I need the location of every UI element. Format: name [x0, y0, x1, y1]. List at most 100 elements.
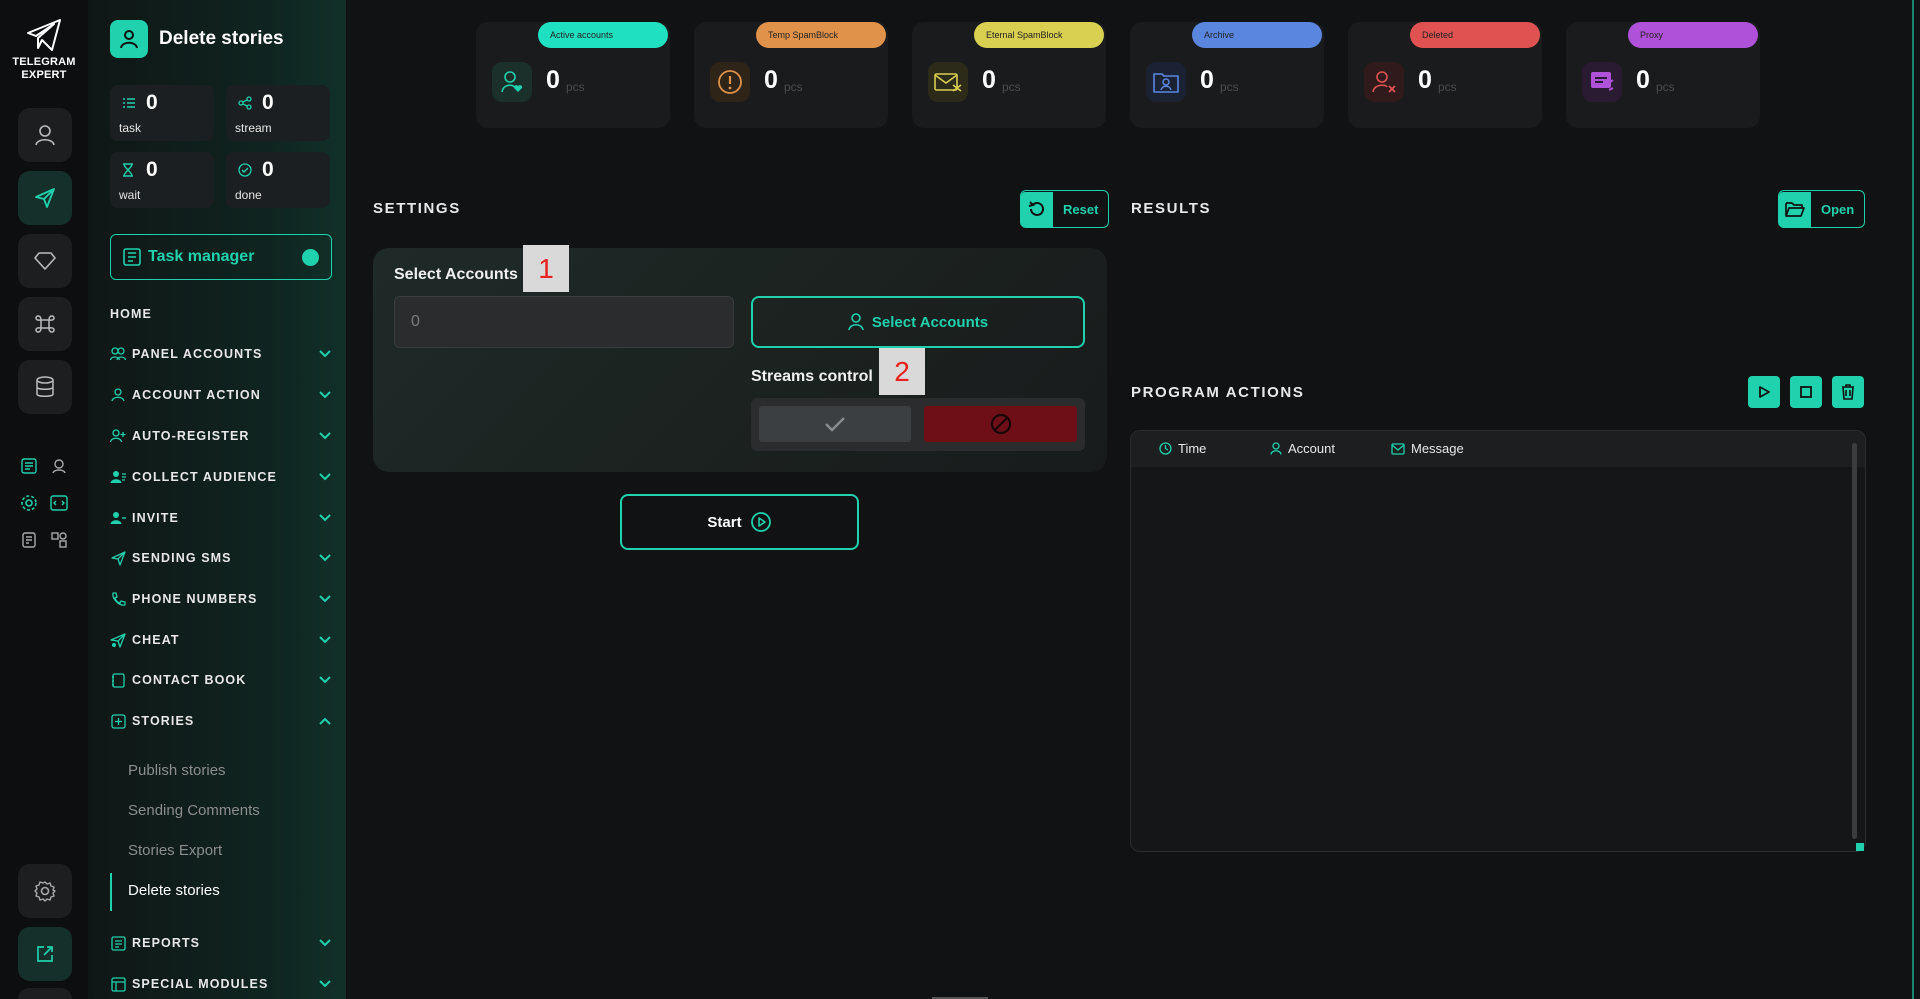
- nav-account-action[interactable]: ACCOUNT ACTION: [110, 383, 332, 407]
- column-message-label: Message: [1411, 441, 1464, 456]
- chevron-down-icon: [319, 676, 331, 684]
- user-icon: [35, 125, 55, 146]
- rail-shortcuts-button[interactable]: [18, 297, 72, 351]
- rail-database-button[interactable]: [18, 360, 72, 414]
- icon-rail: TELEGRAM EXPERT: [0, 0, 88, 999]
- nav-sending-comments[interactable]: Sending Comments: [128, 802, 260, 819]
- hourglass-icon: [122, 163, 134, 182]
- stat-done: 0 done: [226, 152, 330, 208]
- app-logo: TELEGRAM EXPERT: [0, 18, 88, 82]
- rail-tool-widgets-icon[interactable]: [48, 529, 70, 551]
- open-results-button[interactable]: Open: [1778, 190, 1866, 228]
- user-plus-icon: [110, 428, 126, 444]
- streams-disable-option[interactable]: [924, 406, 1077, 442]
- reset-icon: [1021, 191, 1053, 227]
- log-scrollbar[interactable]: [1852, 443, 1857, 839]
- start-button[interactable]: Start: [620, 494, 859, 550]
- user-action-icon: [110, 387, 126, 403]
- command-icon: [35, 315, 55, 333]
- column-account-label: Account: [1288, 441, 1335, 456]
- nav-phone-numbers[interactable]: PHONE NUMBERS: [110, 587, 332, 611]
- stat-task: 0 task: [110, 85, 214, 141]
- task-manager-button[interactable]: Task manager: [110, 234, 332, 280]
- chevron-down-icon: [319, 595, 331, 603]
- select-accounts-button-label: Select Accounts: [871, 313, 989, 331]
- streams-control-toggle: [751, 398, 1085, 451]
- active-indicator: [110, 873, 112, 911]
- chevron-down-icon: [319, 432, 331, 440]
- nav-contact-book[interactable]: CONTACT BOOK: [110, 668, 332, 692]
- nav-publish-stories[interactable]: Publish stories: [128, 762, 226, 779]
- cheat-send-icon: [110, 632, 126, 648]
- play-circle-icon: [750, 512, 771, 532]
- nav-home[interactable]: HOME: [110, 302, 332, 326]
- task-manager-icon: [123, 248, 141, 266]
- rail-tool-notes-icon[interactable]: [18, 529, 40, 551]
- nav-stories-label: STORIES: [132, 714, 195, 728]
- play-button[interactable]: [1748, 376, 1780, 408]
- rail-settings-button[interactable]: [18, 864, 72, 918]
- nav-delete-stories[interactable]: Delete stories: [128, 882, 220, 899]
- streams-control-label: Streams control: [751, 368, 873, 385]
- nav-reports[interactable]: REPORTS: [110, 931, 332, 955]
- task-manager-status-dot: [302, 249, 319, 266]
- rail-tool-list-icon[interactable]: [18, 455, 40, 477]
- play-icon: [1759, 386, 1770, 398]
- nav-invite[interactable]: INVITE: [110, 506, 332, 530]
- rail-tool-code-icon[interactable]: [48, 492, 70, 514]
- database-icon: [36, 376, 54, 397]
- nav-sending-sms[interactable]: SENDING SMS: [110, 546, 332, 570]
- nav-phone-numbers-label: PHONE NUMBERS: [132, 592, 258, 606]
- logo-line2: EXPERT: [21, 69, 67, 81]
- nav-special-modules[interactable]: SPECIAL MODULES: [110, 972, 332, 996]
- nav-contact-book-label: CONTACT BOOK: [132, 673, 247, 687]
- mail-icon: [1391, 442, 1405, 455]
- column-time[interactable]: Time: [1159, 441, 1206, 456]
- nav-auto-register-label: AUTO-REGISTER: [132, 429, 250, 443]
- counter-value: 0: [1636, 66, 1650, 94]
- start-label: Start: [707, 513, 742, 531]
- nav-cheat-label: CHEAT: [132, 633, 180, 647]
- stop-icon: [1800, 386, 1812, 398]
- report-icon: [110, 935, 126, 951]
- column-message[interactable]: Message: [1391, 441, 1464, 456]
- accounts-count-input[interactable]: 0: [394, 296, 734, 348]
- rail-accounts-button[interactable]: [18, 108, 72, 162]
- clear-log-button[interactable]: [1832, 376, 1864, 408]
- streams-enable-option[interactable]: [759, 406, 911, 442]
- program-actions-log: Time Account Message: [1130, 430, 1866, 852]
- log-resize-handle[interactable]: [1856, 843, 1864, 851]
- stat-wait-value: 0: [146, 158, 158, 181]
- program-actions-title: PROGRAM ACTIONS: [1131, 384, 1305, 401]
- column-account[interactable]: Account: [1270, 441, 1335, 456]
- chevron-down-icon: [319, 636, 331, 644]
- nav-auto-register[interactable]: AUTO-REGISTER: [110, 424, 332, 448]
- select-accounts-button[interactable]: Select Accounts: [751, 296, 1085, 348]
- send-icon: [110, 550, 126, 566]
- nav-panel-accounts-label: PANEL ACCOUNTS: [132, 347, 263, 361]
- rail-tool-user-pin-icon[interactable]: [48, 455, 70, 477]
- folder-open-icon: [1779, 191, 1811, 227]
- stat-task-label: task: [119, 121, 142, 135]
- nav-collect-audience[interactable]: COLLECT AUDIENCE: [110, 465, 332, 489]
- chevron-down-icon: [319, 554, 331, 562]
- stat-stream-value: 0: [262, 91, 274, 114]
- stop-button[interactable]: [1790, 376, 1822, 408]
- mail-blocked-icon: [928, 62, 968, 102]
- nav-stories[interactable]: STORIES: [110, 709, 332, 733]
- nav-panel-accounts[interactable]: PANEL ACCOUNTS: [110, 342, 332, 366]
- rail-telegram-button[interactable]: [18, 171, 72, 225]
- rail-more-button[interactable]: [18, 988, 72, 999]
- rail-premium-button[interactable]: [18, 234, 72, 288]
- chevron-down-icon: [319, 939, 331, 947]
- nav-collect-audience-label: COLLECT AUDIENCE: [132, 470, 277, 484]
- counter-value: 0: [982, 66, 996, 94]
- logo-line1: TELEGRAM: [12, 56, 76, 68]
- nav-cheat[interactable]: CHEAT: [110, 628, 332, 652]
- rail-external-button[interactable]: [18, 927, 72, 981]
- reset-button[interactable]: Reset: [1020, 190, 1110, 228]
- counter-value: 0: [546, 66, 560, 94]
- counter-badge: Active accounts: [538, 22, 668, 48]
- nav-stories-export[interactable]: Stories Export: [128, 842, 222, 859]
- rail-tool-gear-icon[interactable]: [18, 492, 40, 514]
